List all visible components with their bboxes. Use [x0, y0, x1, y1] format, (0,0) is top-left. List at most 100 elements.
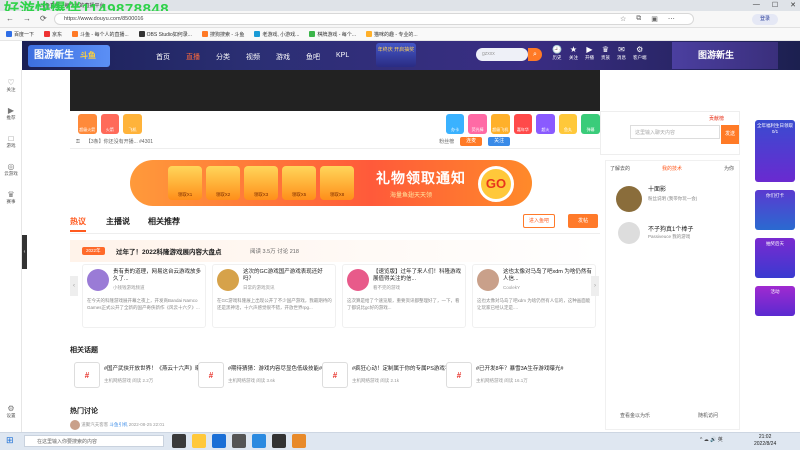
back-icon[interactable]: ←	[6, 14, 14, 23]
nav-link-video[interactable]: 视频	[246, 52, 260, 62]
bookmark-item[interactable]: 搜狗搜索 - 斗鱼	[201, 31, 244, 38]
minimize-button[interactable]: —	[753, 1, 760, 9]
topic-item[interactable]: # #期待猜猜：游戏内容尽显色低级技能# 主机网络游戏 阅读 3.6k	[198, 360, 322, 394]
nav-link-kpl[interactable]: KPL	[336, 52, 349, 62]
system-tray-icons[interactable]: ^ ☁ 🔊 英	[700, 436, 723, 443]
gift-item[interactable]: 超级飞机	[490, 114, 510, 134]
file-explorer-icon[interactable]	[192, 434, 206, 448]
extensions-icon[interactable]: ⧉	[636, 15, 641, 23]
banner-reward-slot[interactable]: 领取X3	[244, 166, 278, 200]
bookmark-item[interactable]: 棋牌游戏 - 每个...	[309, 31, 356, 38]
carousel-next-button[interactable]: ›	[591, 276, 599, 296]
edge-icon[interactable]	[212, 434, 226, 448]
side-ad[interactable]: 你们打卡	[755, 190, 795, 230]
tab-related[interactable]: 相关推荐	[148, 216, 180, 227]
send-button[interactable]: 发送	[721, 125, 739, 144]
url-text[interactable]: https://www.douyu.com/8500016	[64, 16, 144, 22]
client-button[interactable]: ⚙ 客户端	[633, 45, 647, 61]
gift-item[interactable]: 超火	[536, 114, 555, 134]
right-tab[interactable]: 我的技术	[662, 165, 682, 172]
random-visit-link[interactable]: 随机访问	[698, 412, 718, 419]
nav-link-home[interactable]: 首页	[156, 52, 170, 62]
taskbar-search-input[interactable]: 在这里输入你要搜索的内容	[24, 435, 164, 447]
url-input[interactable]	[54, 13, 694, 25]
post-card[interactable]: 这次的GC游戏国产游戏表现还好吗？ 日常的游戏资讯 在GC游戏科隆展上出现公开了…	[212, 264, 336, 328]
view-more-link[interactable]: 查看金以为乐	[620, 412, 650, 419]
gift-item[interactable]: 火箭	[100, 114, 120, 134]
gift-item[interactable]: 荧光棒	[468, 114, 487, 134]
hot-topic-title[interactable]: 过年了！2022科隆游戏展内容大盘点	[116, 246, 221, 256]
chat-input[interactable]: 这里输入聊天内容	[630, 125, 720, 139]
nav-link-fishbar[interactable]: 鱼吧	[306, 52, 320, 62]
connect-button[interactable]: 连麦	[460, 137, 483, 146]
banner-reward-slot[interactable]: 领取X2	[206, 166, 240, 200]
right-tab[interactable]: 了解去的	[610, 165, 630, 172]
bookmark-item[interactable]: 百度一下	[6, 31, 34, 38]
rail-item-match[interactable]: ♛ 赛事	[0, 190, 22, 205]
carousel-prev-button[interactable]: ‹	[70, 276, 78, 296]
post-button[interactable]: 发帖	[568, 214, 598, 228]
collections-icon[interactable]: ▣	[651, 15, 658, 23]
maximize-button[interactable]: ☐	[772, 1, 778, 9]
windows-start-icon[interactable]: ⊞	[6, 435, 14, 446]
rail-item-cloud-game[interactable]: ◎ 云游戏	[0, 162, 22, 177]
search-icon[interactable]: ⌕	[528, 48, 542, 61]
post-card[interactable]: 这也太像对马岛了吧xdm 为啥仍然有人信... CoolekY 这也太像对马岛了…	[472, 264, 596, 328]
follow-button-small[interactable]: 关注	[488, 137, 511, 146]
promo-badge[interactable]: 年终庆 开启抽奖	[376, 43, 416, 67]
side-ad[interactable]: 抽奖后天	[755, 238, 795, 278]
app-icon[interactable]	[252, 434, 266, 448]
side-ad[interactable]: 全年福利生日领取 0/1	[755, 120, 795, 182]
bookmark-item[interactable]: 斗鱼 - 每个人的直播...	[72, 31, 129, 38]
gift-item[interactable]: 鱼丸	[558, 114, 578, 134]
right-tab[interactable]: 为你	[724, 165, 734, 172]
banner-reward-slot[interactable]: 领取X1	[168, 166, 202, 200]
banner-reward-slot[interactable]: 领取X8	[320, 166, 354, 200]
banner-reward-slot[interactable]: 领取X5	[282, 166, 316, 200]
side-ad[interactable]: 活动	[755, 286, 795, 316]
app-icon[interactable]	[292, 434, 306, 448]
task-view-icon[interactable]	[172, 434, 186, 448]
go-button[interactable]: GO	[478, 166, 514, 202]
follow-button[interactable]: ★ 关注	[569, 45, 578, 61]
event-banner[interactable]: 图游新生	[672, 42, 778, 69]
bookmark-item[interactable]: 京东	[44, 31, 62, 38]
forward-icon[interactable]: →	[23, 14, 31, 23]
topic-item[interactable]: # #疯狂心动！定制属于你的专属PS游戏手柄# 主机网络游戏 阅读 2.1k	[322, 360, 459, 394]
reload-icon[interactable]: ⟳	[40, 14, 47, 23]
history-button[interactable]: 🕘 历史	[552, 45, 562, 61]
gift-item[interactable]: 弹幕	[581, 114, 600, 134]
nav-link-game[interactable]: 游戏	[276, 52, 290, 62]
rail-item-follow[interactable]: ♡ 关注	[0, 78, 22, 93]
topic-item[interactable]: # #已开发8年？暴雪3A生存游戏曝光# 主机网络游戏 阅读 16.1万	[446, 360, 564, 394]
obs-icon[interactable]	[272, 434, 286, 448]
tab-streamer-says[interactable]: 主播说	[106, 216, 130, 227]
enter-fishbar-button[interactable]: 进入鱼吧	[523, 214, 555, 228]
post-card[interactable]: 【速览版】过年了来人们！科隆游戏展值得关注的信... 看不完的游戏 这次算是给了…	[342, 264, 466, 328]
avatar[interactable]	[618, 222, 640, 244]
favorite-icon[interactable]: ☆	[620, 15, 626, 23]
bookmark-item[interactable]: 老游戏, 小游戏...	[254, 31, 299, 38]
nav-link-live[interactable]: 直播	[186, 52, 200, 62]
message-button[interactable]: ✉ 消息	[617, 45, 626, 61]
contribution-tab[interactable]: 贡献榜	[709, 115, 724, 122]
gift-item[interactable]: 飞机	[123, 114, 142, 134]
video-player[interactable]	[70, 70, 600, 111]
site-search-input[interactable]: gzxxx	[476, 48, 528, 61]
rail-item-recommend[interactable]: ▶ 推荐	[0, 106, 22, 121]
menu-icon[interactable]: ⋯	[668, 15, 675, 23]
bookmark-item[interactable]: OBS Studio如何录...	[138, 31, 192, 38]
taskbar-clock[interactable]: 21:02 2022/8/24	[754, 434, 776, 448]
bookmark-item[interactable]: 猫咪的趣 - 专业的...	[365, 31, 418, 38]
noble-button[interactable]: ♛ 贵族	[601, 45, 610, 61]
collapse-drawer-handle[interactable]: ‹	[22, 235, 27, 269]
rail-item-settings[interactable]: ⚙ 设置	[0, 404, 22, 419]
close-button[interactable]: ✕	[790, 1, 796, 9]
gift-item[interactable]: 嘉年华	[513, 114, 533, 134]
start-stream-button[interactable]: ▶ 开播	[585, 45, 594, 61]
fan-rank-link[interactable]: 粉丝榜	[439, 138, 454, 145]
rail-item-game[interactable]: □ 游戏	[0, 134, 22, 149]
post-card[interactable]: 贵有贵的道理，网易这台云游戏放多久了... 小钱钱游戏频道 在今天的科隆游戏展开…	[82, 264, 206, 328]
browser-login-button[interactable]: 登录	[752, 14, 778, 25]
nav-link-category[interactable]: 分类	[216, 52, 230, 62]
